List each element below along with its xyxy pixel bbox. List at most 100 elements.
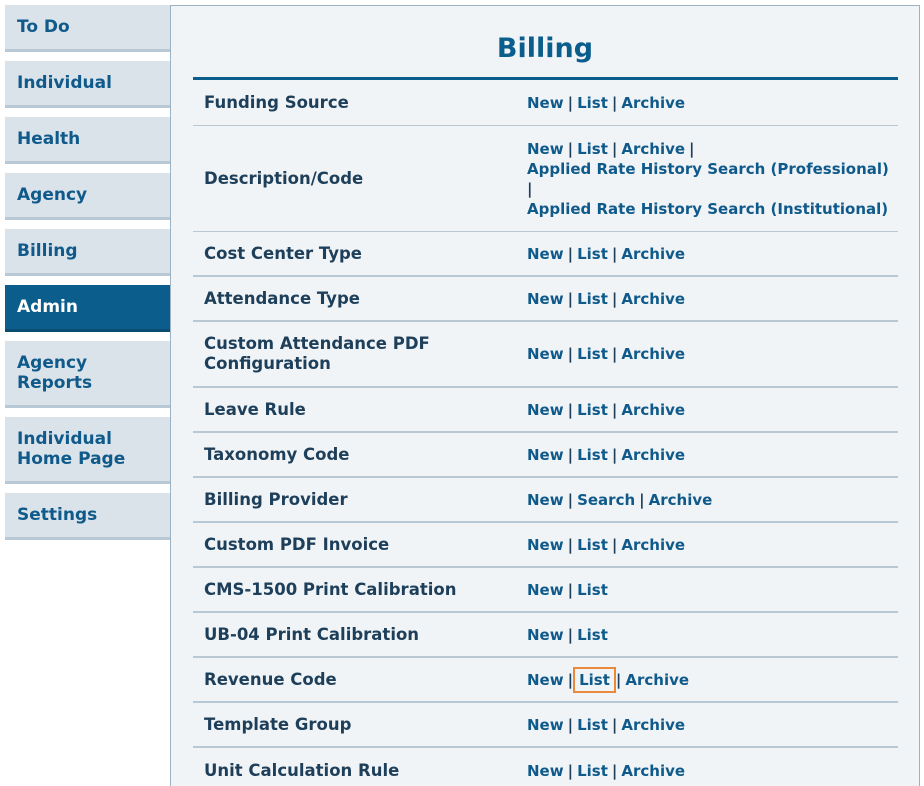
archive-link[interactable]: Archive xyxy=(621,536,685,554)
row-links: New | List xyxy=(527,580,898,600)
new-link[interactable]: New xyxy=(527,401,564,419)
archive-link[interactable]: Archive xyxy=(625,671,689,689)
sidebar-item-individual[interactable]: Individual xyxy=(5,61,170,108)
link-separator: | xyxy=(615,670,622,689)
row-label: Leave Rule xyxy=(204,399,306,419)
list-link[interactable]: List xyxy=(577,536,608,554)
row-label: Revenue Code xyxy=(204,669,337,689)
list-link[interactable]: List xyxy=(577,716,608,734)
row-links: New | List | Archive xyxy=(527,715,898,735)
archive-link[interactable]: Archive xyxy=(649,491,713,509)
table-row: Description/Code New | List | Archive | Appli… xyxy=(193,126,898,232)
sidebar-item-individual-home-page[interactable]: Individual Home Page xyxy=(5,417,170,484)
archive-link[interactable]: Archive xyxy=(621,140,685,158)
link-separator: | xyxy=(611,400,618,419)
new-link[interactable]: New xyxy=(527,536,564,554)
new-link[interactable]: New xyxy=(527,581,564,599)
link-separator: | xyxy=(567,139,574,158)
list-link[interactable]: List xyxy=(577,446,608,464)
sidebar-item-label: Billing xyxy=(17,241,78,261)
row-links: New | List | Archive xyxy=(527,344,898,364)
sidebar-item-agency[interactable]: Agency xyxy=(5,173,170,220)
list-link[interactable]: List xyxy=(577,140,608,158)
new-link[interactable]: New xyxy=(527,491,564,509)
archive-link[interactable]: Archive xyxy=(621,446,685,464)
link-separator: | xyxy=(689,139,695,158)
table-row: Revenue Code New | List | Archive xyxy=(193,658,898,703)
list-link[interactable]: List xyxy=(577,290,608,308)
link-separator: | xyxy=(567,535,574,554)
sidebar-item-agency-reports[interactable]: Agency Reports xyxy=(5,341,170,408)
list-link[interactable]: List xyxy=(577,626,608,644)
archive-link[interactable]: Archive xyxy=(621,245,685,263)
new-link[interactable]: New xyxy=(527,446,564,464)
sidebar-item-todo[interactable]: To Do xyxy=(5,5,170,52)
link-separator: | xyxy=(611,761,618,780)
new-link[interactable]: New xyxy=(527,626,564,644)
table-row: Billing Provider New | Search | Archive xyxy=(193,478,898,523)
row-label: Funding Source xyxy=(204,92,349,112)
search-link[interactable]: Search xyxy=(577,491,635,509)
row-links: New | List | Archive xyxy=(527,93,898,113)
table-row: Cost Center Type New | List | Archive xyxy=(193,232,898,277)
table-row: Template Group New | List | Archive xyxy=(193,703,898,748)
applied-rate-history-institutional-link[interactable]: Applied Rate History Search (Institution… xyxy=(527,200,888,218)
list-link[interactable]: List xyxy=(573,666,616,693)
row-links: New | List | Archive | Applied Rate History S… xyxy=(527,139,898,219)
link-separator: | xyxy=(611,289,618,308)
link-separator: | xyxy=(611,445,618,464)
table-row: UB-04 Print Calibration New | List xyxy=(193,613,898,658)
sidebar-item-billing[interactable]: Billing xyxy=(5,229,170,276)
link-separator: | xyxy=(567,93,574,112)
list-link[interactable]: List xyxy=(577,581,608,599)
row-links: New | Search | Archive xyxy=(527,490,898,510)
list-link[interactable]: List xyxy=(577,762,608,780)
new-link[interactable]: New xyxy=(527,140,564,158)
row-links: New | List | Archive xyxy=(527,400,898,420)
link-separator: | xyxy=(567,761,574,780)
link-separator: | xyxy=(567,670,574,689)
archive-link[interactable]: Archive xyxy=(621,762,685,780)
new-link[interactable]: New xyxy=(527,345,564,363)
table-row: CMS-1500 Print Calibration New | List xyxy=(193,568,898,613)
list-link[interactable]: List xyxy=(577,245,608,263)
new-link[interactable]: New xyxy=(527,94,564,112)
new-link[interactable]: New xyxy=(527,762,564,780)
link-separator: | xyxy=(639,490,645,509)
sidebar-item-settings[interactable]: Settings xyxy=(5,493,170,540)
row-links: New | List | Archive xyxy=(527,445,898,465)
link-separator: | xyxy=(567,580,574,599)
row-label: Template Group xyxy=(204,714,352,734)
row-links: New | List | Archive xyxy=(527,535,898,555)
archive-link[interactable]: Archive xyxy=(621,290,685,308)
table-row: Taxonomy Code New | List | Archive xyxy=(193,433,898,478)
link-separator: | xyxy=(567,490,574,509)
page-title: Billing xyxy=(496,33,594,64)
archive-link[interactable]: Archive xyxy=(621,94,685,112)
list-link[interactable]: List xyxy=(577,401,608,419)
list-link[interactable]: List xyxy=(577,345,608,363)
row-label: CMS-1500 Print Calibration xyxy=(204,579,457,599)
applied-rate-history-professional-link[interactable]: Applied Rate History Search (Professiona… xyxy=(527,160,889,178)
archive-link[interactable]: Archive xyxy=(621,345,685,363)
new-link[interactable]: New xyxy=(527,716,564,734)
sidebar-item-admin[interactable]: Admin xyxy=(5,285,170,332)
link-separator: | xyxy=(611,93,618,112)
sidebar-item-label: Individual Home Page xyxy=(17,429,126,469)
new-link[interactable]: New xyxy=(527,671,564,689)
archive-link[interactable]: Archive xyxy=(621,401,685,419)
link-separator: | xyxy=(611,715,618,734)
link-separator: | xyxy=(567,400,574,419)
list-link[interactable]: List xyxy=(577,94,608,112)
sidebar-item-label: Settings xyxy=(17,505,98,525)
row-links: New | List | Archive xyxy=(527,761,898,781)
link-separator: | xyxy=(611,535,618,554)
archive-link[interactable]: Archive xyxy=(621,716,685,734)
page: To Do Individual Health Agency Billing A… xyxy=(0,0,924,786)
billing-table: Funding Source New | List | Archive Descript… xyxy=(193,77,898,786)
new-link[interactable]: New xyxy=(527,290,564,308)
new-link[interactable]: New xyxy=(527,245,564,263)
sidebar-item-label: Admin xyxy=(17,297,78,317)
sidebar-item-health[interactable]: Health xyxy=(5,117,170,164)
row-label: Attendance Type xyxy=(204,288,360,308)
